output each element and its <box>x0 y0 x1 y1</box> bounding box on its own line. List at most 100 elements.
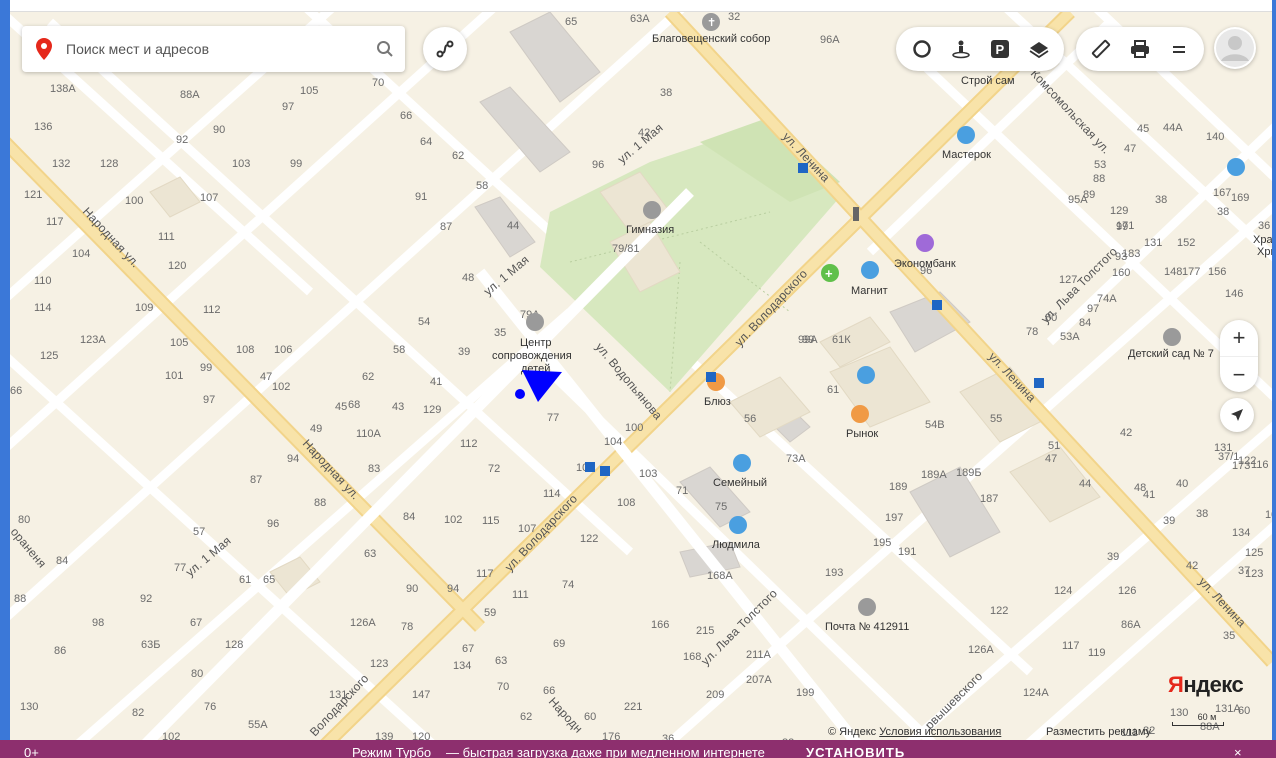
zoom-in-button[interactable]: + <box>1220 320 1258 356</box>
house-number: 101 <box>165 370 183 382</box>
house-number: 109 <box>1265 509 1272 521</box>
house-number: 38 <box>1155 194 1167 206</box>
house-number: 199 <box>796 687 814 699</box>
house-number: 38 <box>1217 206 1229 218</box>
poi-label-line1: Храм Р <box>1253 234 1272 246</box>
house-number: 99 <box>200 362 212 374</box>
house-number: 160 <box>1112 267 1130 279</box>
advert-link[interactable]: Разместить рекламу <box>1046 726 1151 738</box>
house-number: 103 <box>639 468 657 480</box>
house-number: 41 <box>1143 489 1155 501</box>
house-number: 104 <box>72 248 90 260</box>
house-number: 138А <box>50 83 76 95</box>
install-button[interactable]: УСТАНОВИТЬ <box>806 745 905 758</box>
poi-rynok-bus[interactable] <box>857 366 875 384</box>
house-number: 61 <box>239 574 251 586</box>
house-number: 117 <box>46 216 64 228</box>
house-number: 66 <box>10 385 22 397</box>
house-number: 100 <box>625 422 643 434</box>
house-number: 54 <box>418 316 430 328</box>
house-number: 189А <box>921 469 947 481</box>
house-number: 107 <box>200 192 218 204</box>
house-number: 148 <box>1164 266 1182 278</box>
house-number: 90 <box>213 124 225 136</box>
bus-icon <box>857 366 875 384</box>
house-number: 189Б <box>956 467 982 479</box>
traffic-icon[interactable] <box>902 29 941 69</box>
copyright: © Яндекс Условия использования <box>828 726 1001 738</box>
layers-icon[interactable] <box>1019 29 1058 69</box>
route-button[interactable] <box>423 27 467 71</box>
house-number: 67 <box>462 643 474 655</box>
house-number: 134 <box>1232 527 1250 539</box>
search-icon[interactable] <box>365 26 405 72</box>
house-number: 87 <box>440 221 452 233</box>
house-number: 48 <box>462 272 474 284</box>
house-number: 127 <box>1059 274 1077 286</box>
house-number: 82 <box>132 707 144 719</box>
house-number: 169 <box>1231 192 1249 204</box>
zoom-out-button[interactable]: − <box>1220 356 1258 392</box>
yandex-logo[interactable]: Яндекс <box>1168 672 1244 698</box>
map-canvas[interactable]: ул. Ленина ул. Ленина ул. Ленина ул. Вол… <box>10 12 1272 740</box>
logo-rest: ндекс <box>1183 672 1244 697</box>
close-icon[interactable]: × <box>1234 745 1242 758</box>
house-number: 128 <box>100 158 118 170</box>
house-number: 97 <box>282 101 294 113</box>
house-number: 123А <box>80 334 106 346</box>
house-number: 53 <box>1094 159 1106 171</box>
avatar-icon <box>1216 29 1254 67</box>
house-number: 126А <box>350 617 376 629</box>
house-number: 131 <box>329 689 347 701</box>
poi-shop-right[interactable] <box>1227 158 1245 176</box>
mail-icon <box>858 598 876 616</box>
poi-label: Магнит <box>851 285 888 297</box>
house-number: 80 <box>191 668 203 680</box>
house-number: 35 <box>1223 630 1235 642</box>
search-box[interactable] <box>22 26 405 72</box>
house-number: 92 <box>140 593 152 605</box>
poi-stroy[interactable]: Строй сам <box>961 75 1015 87</box>
house-number: 215 <box>696 625 714 637</box>
house-number: 130 <box>20 701 38 713</box>
poi-label: Почта № 412911 <box>825 621 909 633</box>
house-number: 47 <box>260 371 272 383</box>
house-number: 65 <box>263 574 275 586</box>
house-number: 129 <box>423 404 441 416</box>
house-number: 125 <box>40 350 58 362</box>
house-number: 99 <box>290 158 302 170</box>
search-input[interactable] <box>66 41 365 57</box>
parking-icon[interactable]: P <box>980 29 1019 69</box>
print-icon[interactable] <box>1121 29 1160 69</box>
house-number: 71 <box>676 485 688 497</box>
house-number: 122 <box>990 605 1008 617</box>
age-rating: 0+ <box>24 745 39 758</box>
house-number: 51 <box>1048 440 1060 452</box>
poi-label: Рынок <box>846 428 878 440</box>
house-number: 176 <box>602 731 620 740</box>
avatar-button[interactable] <box>1214 27 1256 69</box>
panorama-icon[interactable] <box>941 29 980 69</box>
house-number: 86 <box>54 645 66 657</box>
house-number: 89 <box>1083 189 1095 201</box>
house-number: 68 <box>348 399 360 411</box>
house-number: 177 <box>1182 266 1200 278</box>
terms-link[interactable]: Условия использования <box>879 726 1001 738</box>
house-number: 108 <box>236 344 254 356</box>
house-number: 40 <box>1176 478 1188 490</box>
map-viewport[interactable]: ул. Ленина ул. Ленина ул. Ленина ул. Вол… <box>10 12 1272 740</box>
poi-pharmacy[interactable]: + <box>821 264 839 282</box>
house-number: 75 <box>715 501 727 513</box>
house-number: 140 <box>1206 131 1224 143</box>
house-number: 156 <box>1208 266 1226 278</box>
house-number: 86А <box>1121 619 1141 631</box>
house-number: 44А <box>1163 122 1183 134</box>
house-number: 58 <box>393 344 405 356</box>
poi-label: Благовещенский собор <box>652 33 770 45</box>
ruler-icon[interactable] <box>1082 29 1121 69</box>
shop-icon <box>733 454 751 472</box>
house-number: 36 <box>1258 220 1270 232</box>
geolocation-button[interactable] <box>1220 398 1254 432</box>
house-number: 57 <box>193 526 205 538</box>
menu-icon[interactable] <box>1159 29 1198 69</box>
